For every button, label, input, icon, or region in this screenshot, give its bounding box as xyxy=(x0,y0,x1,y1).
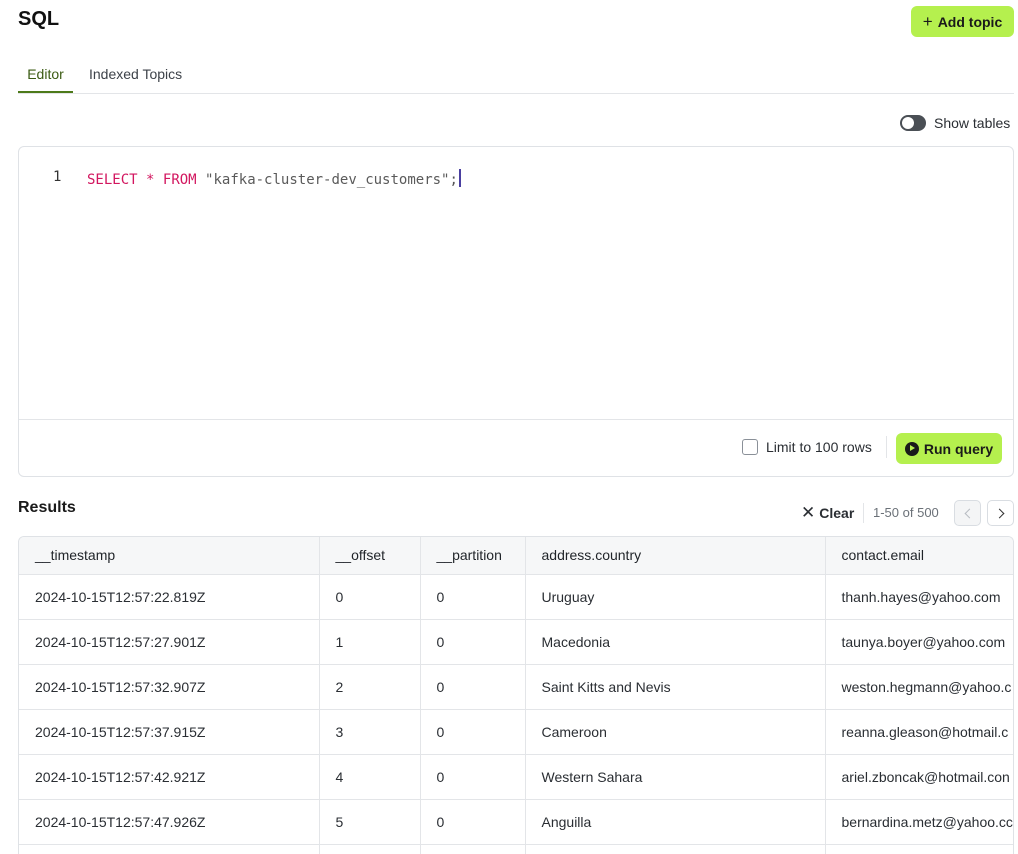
table-cell: weston.hegmann@yahoo.c xyxy=(825,664,1013,710)
run-query-button[interactable]: Run query xyxy=(896,433,1002,464)
results-table: __timestamp __offset __partition address… xyxy=(18,536,1014,854)
play-icon xyxy=(904,441,919,456)
tab-editor[interactable]: Editor xyxy=(18,66,73,93)
keyword-from: FROM xyxy=(162,172,197,188)
table-cell xyxy=(420,844,526,854)
table-cell: 2024-10-15T12:57:37.915Z xyxy=(19,709,320,755)
table-cell: 0 xyxy=(420,619,526,665)
table-cell: Cameroon xyxy=(525,709,826,755)
table-cell: 2 xyxy=(319,664,421,710)
previous-page-button[interactable] xyxy=(954,500,981,526)
table-cell: bernardina.metz@yahoo.cc xyxy=(825,799,1013,845)
table-cell: 5 xyxy=(319,799,421,845)
column-header[interactable]: contact.email xyxy=(825,537,1013,575)
table-cell: 0 xyxy=(420,574,526,620)
clear-button[interactable]: ✕ Clear xyxy=(801,504,854,521)
chevron-left-icon xyxy=(964,508,974,518)
table-row[interactable] xyxy=(19,844,1013,854)
clear-label: Clear xyxy=(819,504,855,521)
semicolon: ; xyxy=(449,172,458,188)
table-cell: 0 xyxy=(420,664,526,710)
table-row[interactable]: 2024-10-15T12:57:22.819Z 0 0 Uruguay tha… xyxy=(19,574,1013,620)
table-cell: 0 xyxy=(319,574,421,620)
table-header-row: __timestamp __offset __partition address… xyxy=(19,537,1013,575)
close-icon: ✕ xyxy=(801,503,816,522)
table-cell: 2024-10-15T12:57:42.921Z xyxy=(19,754,320,800)
table-row[interactable]: 2024-10-15T12:57:37.915Z 3 0 Cameroon re… xyxy=(19,709,1013,755)
table-cell xyxy=(19,844,320,854)
table-row[interactable]: 2024-10-15T12:57:42.921Z 4 0 Western Sah… xyxy=(19,754,1013,800)
plus-icon: + xyxy=(922,11,933,31)
divider xyxy=(863,503,864,523)
code-line[interactable]: SELECT * FROM "kafka-cluster-dev_custome… xyxy=(87,169,461,188)
table-cell xyxy=(525,844,826,854)
table-cell: 4 xyxy=(319,754,421,800)
line-number: 1 xyxy=(53,169,62,185)
column-header[interactable]: __timestamp xyxy=(19,537,320,575)
table-cell: thanh.hayes@yahoo.com xyxy=(825,574,1013,620)
code-editor[interactable]: 1 SELECT * FROM "kafka-cluster-dev_custo… xyxy=(19,147,1013,420)
table-cell: Macedonia xyxy=(525,619,826,665)
toggle-switch[interactable] xyxy=(900,115,926,131)
limit-rows-option[interactable]: Limit to 100 rows xyxy=(742,439,872,455)
column-header[interactable]: __partition xyxy=(420,537,526,575)
add-topic-button[interactable]: + Add topic xyxy=(911,6,1014,37)
table-identifier: "kafka-cluster-dev_customers" xyxy=(205,172,450,188)
next-page-button[interactable] xyxy=(987,500,1014,526)
tab-bar: Editor Indexed Topics xyxy=(18,60,1014,94)
table-row[interactable]: 2024-10-15T12:57:32.907Z 2 0 Saint Kitts… xyxy=(19,664,1013,710)
table-cell: Saint Kitts and Nevis xyxy=(525,664,826,710)
text-caret xyxy=(458,169,461,187)
table-cell: reanna.gleason@hotmail.c xyxy=(825,709,1013,755)
column-header[interactable]: __offset xyxy=(319,537,421,575)
table-cell: 1 xyxy=(319,619,421,665)
show-tables-toggle[interactable]: Show tables xyxy=(900,115,1010,131)
operator-star: * xyxy=(146,172,155,188)
table-cell xyxy=(319,844,421,854)
sql-editor-panel: 1 SELECT * FROM "kafka-cluster-dev_custo… xyxy=(18,146,1014,477)
toggle-knob xyxy=(902,117,914,129)
run-query-label: Run query xyxy=(923,440,994,457)
table-cell: 2024-10-15T12:57:47.926Z xyxy=(19,799,320,845)
table-row[interactable]: 2024-10-15T12:57:27.901Z 1 0 Macedonia t… xyxy=(19,619,1013,665)
table-row[interactable]: 2024-10-15T12:57:47.926Z 5 0 Anguilla be… xyxy=(19,799,1013,845)
keyword-select: SELECT xyxy=(87,172,138,188)
table-cell: 0 xyxy=(420,754,526,800)
table-cell: 3 xyxy=(319,709,421,755)
table-cell: taunya.boyer@yahoo.com xyxy=(825,619,1013,665)
pagination-range: 1-50 of 500 xyxy=(873,505,939,520)
add-topic-label: Add topic xyxy=(937,13,1003,30)
show-tables-label: Show tables xyxy=(934,115,1011,131)
page-title: SQL xyxy=(18,8,60,30)
limit-rows-label: Limit to 100 rows xyxy=(766,439,872,455)
table-cell: 2024-10-15T12:57:22.819Z xyxy=(19,574,320,620)
table-cell: Western Sahara xyxy=(525,754,826,800)
column-header[interactable]: address.country xyxy=(525,537,826,575)
table-cell: 2024-10-15T12:57:32.907Z xyxy=(19,664,320,710)
table-cell: 0 xyxy=(420,799,526,845)
results-title: Results xyxy=(18,499,76,516)
table-cell: 0 xyxy=(420,709,526,755)
table-cell xyxy=(825,844,1013,854)
table-cell: Anguilla xyxy=(525,799,826,845)
divider xyxy=(886,436,887,458)
chevron-right-icon xyxy=(994,508,1004,518)
results-grid: __timestamp __offset __partition address… xyxy=(19,537,1013,854)
limit-rows-checkbox[interactable] xyxy=(742,439,758,455)
table-cell: Uruguay xyxy=(525,574,826,620)
table-cell: ariel.zboncak@hotmail.con xyxy=(825,754,1013,800)
table-cell: 2024-10-15T12:57:27.901Z xyxy=(19,619,320,665)
tab-indexed-topics[interactable]: Indexed Topics xyxy=(89,66,182,93)
